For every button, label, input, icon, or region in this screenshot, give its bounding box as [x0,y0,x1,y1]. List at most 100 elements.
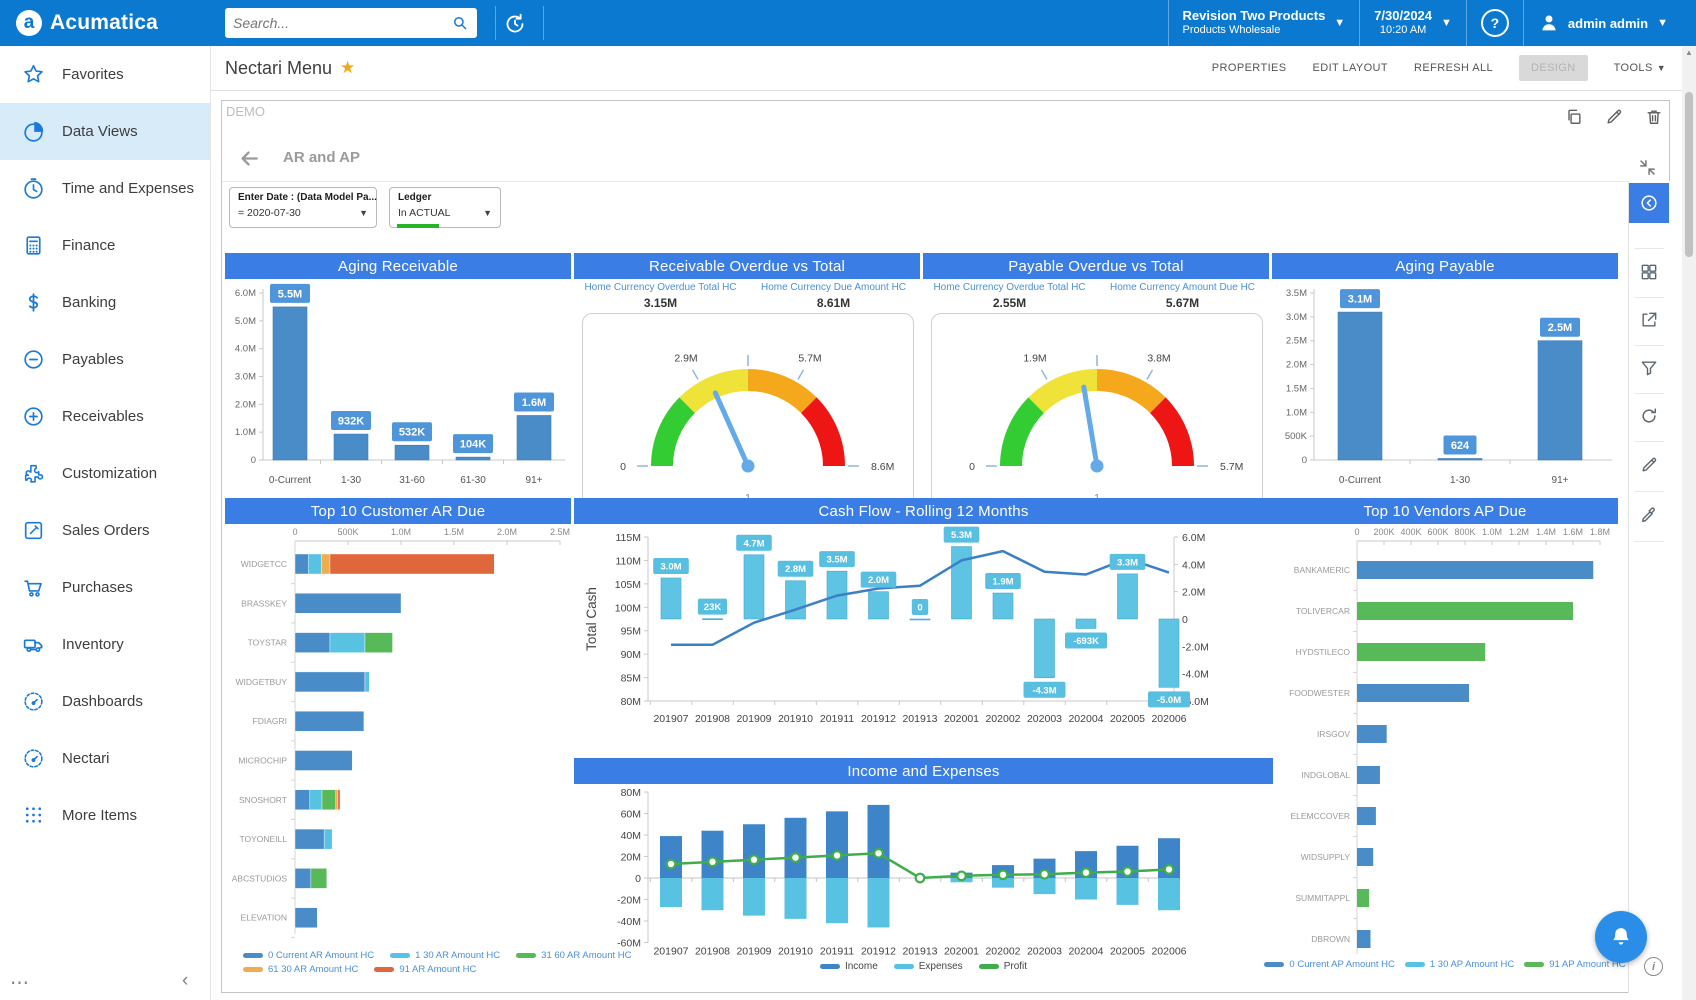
sidebar-item-inventory[interactable]: Inventory [0,616,210,673]
top-customers-chart[interactable]: 0500K1.0M1.5M2.0M2.5MWIDGETCCBRASSKEYTOY… [225,524,571,948]
dashboard-tiles-icon[interactable] [1629,252,1669,292]
sidebar-item-more-items[interactable]: More Items [0,787,210,844]
info-icon[interactable]: i [1644,957,1663,976]
filter-ledger[interactable]: Ledger In ACTUAL▼ [389,187,501,228]
tools-button[interactable]: TOOLS▼ [1614,62,1666,74]
cash-flow-chart[interactable]: 115M110M105M100M95M90M85M80M6.0M4.0M2.0M… [574,524,1273,755]
income-expenses-chart[interactable]: 80M60M40M20M0-20M-40M-60M201907201908201… [574,784,1273,960]
eyedropper-icon[interactable] [1629,495,1669,535]
svg-text:WIDGETBUY: WIDGETBUY [236,677,288,687]
svg-text:1.4M: 1.4M [1536,527,1556,537]
sidebar-item-label: Finance [62,237,115,254]
svg-text:201908: 201908 [695,713,730,725]
scroll-up-arrow-icon[interactable]: ▲ [1682,48,1696,57]
company-selector[interactable]: Revision Two Products Products Wholesale… [1168,0,1360,46]
svg-text:0: 0 [635,873,641,885]
sidebar-item-label: Inventory [62,636,124,653]
notifications-fab[interactable] [1595,911,1647,963]
annotate-pencil-icon[interactable] [1629,445,1669,485]
sidebar-item-receivables[interactable]: Receivables [0,388,210,445]
filter-funnel-icon[interactable] [1629,348,1669,388]
sidebar-item-nectari[interactable]: Nectari [0,730,210,787]
main-sidebar: Favorites Data Views Time and Expenses Fina… [0,46,211,1000]
edit-pencil-icon[interactable] [1604,107,1624,127]
dots-icon [21,803,46,828]
back-arrow-icon[interactable] [238,147,261,170]
sidebar-item-sales-orders[interactable]: Sales Orders [0,502,210,559]
svg-text:500K: 500K [1285,431,1308,442]
svg-text:-20M: -20M [617,895,641,907]
sidebar-item-payables[interactable]: Payables [0,331,210,388]
design-button[interactable]: DESIGN [1519,55,1588,81]
refresh-all-button[interactable]: REFRESH ALL [1414,62,1493,74]
sidebar-item-finance[interactable]: Finance [0,217,210,274]
svg-text:800K: 800K [1454,527,1475,537]
svg-text:-40M: -40M [617,916,641,928]
svg-text:3.3M: 3.3M [1117,557,1138,568]
svg-text:110M: 110M [616,555,642,567]
sidebar-item-label: Sales Orders [62,522,150,539]
top-vendors-chart[interactable]: 0200K400K600K800K1.0M1.2M1.4M1.6M1.8MBAN… [1272,524,1618,954]
payable-gauge-chart[interactable]: 01.9M3.8M5.7M1 [932,314,1262,506]
delete-trash-icon[interactable] [1644,107,1664,127]
svg-text:201909: 201909 [736,946,771,958]
svg-text:201912: 201912 [861,713,896,725]
sidebar-item-time-and-expenses[interactable]: Time and Expenses [0,160,210,217]
sidebar-more-icon[interactable]: ⋯ [10,972,30,995]
legend-swatch [820,964,840,969]
svg-text:500K: 500K [337,527,358,537]
chart-title-aging-receivable: Aging Receivable [225,253,571,279]
svg-text:SUMMITAPPL: SUMMITAPPL [1295,893,1350,903]
global-search[interactable] [225,8,477,38]
sidebar-item-data-views[interactable]: Data Views [0,103,210,160]
dollar-icon [21,290,46,315]
export-share-icon[interactable] [1629,300,1669,340]
properties-button[interactable]: PROPERTIES [1212,62,1287,74]
aging-payable-chart[interactable]: 3.5M3.0M2.5M2.0M1.5M1.0M500K03.1M0-Curre… [1272,279,1618,505]
favorite-star-icon[interactable]: ★ [340,58,355,78]
business-date-icon[interactable] [503,11,527,35]
sidebar-item-purchases[interactable]: Purchases [0,559,210,616]
chevron-down-icon: ▼ [1657,63,1666,73]
search-input[interactable] [225,15,451,31]
sidebar-item-label: Data Views [62,123,138,140]
receivable-gauge-box: 02.9M5.7M8.6M1 [582,313,914,507]
acumatica-logo[interactable]: a Acumatica [0,0,211,46]
svg-text:624: 624 [1451,440,1470,452]
svg-text:201911: 201911 [820,946,854,958]
search-icon[interactable] [451,14,469,32]
collapse-panel-button[interactable] [1629,183,1669,223]
svg-text:1.5M: 1.5M [444,527,464,537]
refresh-icon[interactable] [1629,396,1669,436]
svg-text:0-Current: 0-Current [269,475,311,486]
filter-label: Enter Date : (Data Model Pa... [238,192,368,203]
date-selector[interactable]: 7/30/2024 10:20 AM ▼ [1359,0,1466,46]
svg-text:202002: 202002 [985,946,1020,958]
star-icon [21,62,46,87]
scrollbar-thumb[interactable] [1685,92,1693,257]
svg-text:HYDSTILECO: HYDSTILECO [1296,647,1351,657]
payable-gauge-metrics: Home Currency Overdue Total HC2.55M Home… [923,282,1269,310]
help-button[interactable]: ? [1466,0,1523,46]
sidebar-collapse-icon[interactable]: ‹ [182,970,188,992]
svg-text:115M: 115M [616,532,642,544]
page-scrollbar[interactable]: ▲ [1682,46,1696,1000]
svg-text:1.9M: 1.9M [992,577,1013,588]
collapse-icon[interactable] [1638,158,1657,177]
aging-receivable-chart[interactable]: 6.0M5.0M4.0M3.0M2.0M1.0M05.5M0-Current93… [225,279,571,505]
user-menu[interactable]: admin admin ▼ [1523,0,1682,46]
svg-text:BANKAMERIC: BANKAMERIC [1294,565,1350,575]
chart-title-top-customers: Top 10 Customer AR Due [225,498,571,524]
edit-layout-button[interactable]: EDIT LAYOUT [1313,62,1389,74]
svg-text:202006: 202006 [1151,946,1186,958]
sidebar-item-dashboards[interactable]: Dashboards [0,673,210,730]
sidebar-item-customization[interactable]: Customization [0,445,210,502]
sidebar-item-banking[interactable]: Banking [0,274,210,331]
svg-text:200K: 200K [1373,527,1394,537]
filter-enter-date[interactable]: Enter Date : (Data Model Pa... = 2020-07… [229,187,377,228]
svg-text:2.5M: 2.5M [1548,322,1572,334]
svg-text:532K: 532K [399,427,425,439]
copy-icon[interactable] [1564,107,1584,127]
sidebar-item-favorites[interactable]: Favorites [0,46,210,103]
receivable-gauge-chart[interactable]: 02.9M5.7M8.6M1 [583,314,913,506]
